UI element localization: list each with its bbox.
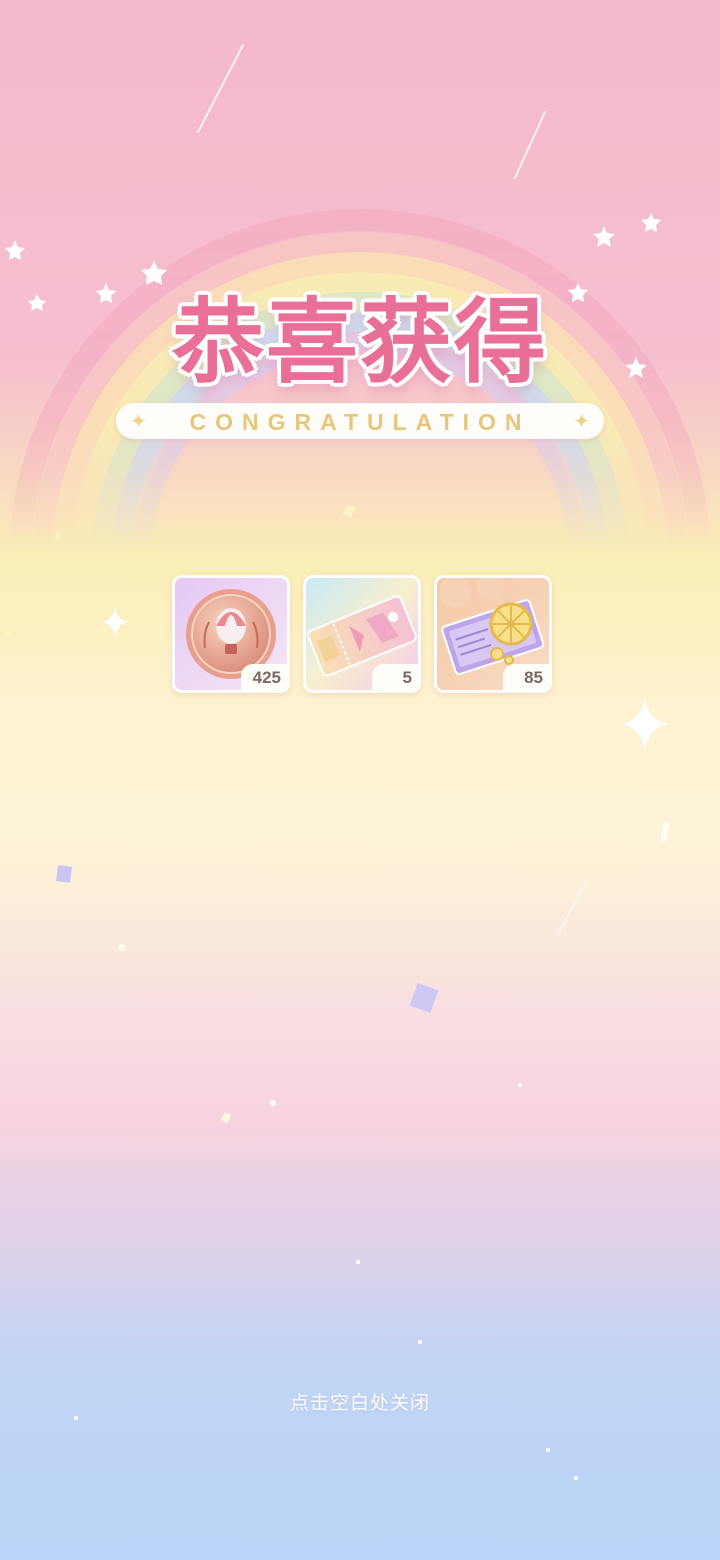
congratulation-title: 恭喜获得 (171, 289, 548, 396)
reward-count: 85 (503, 664, 549, 690)
reward-count: 5 (372, 664, 418, 690)
reward-count: 425 (241, 664, 287, 690)
reward-list: 425 5 85 (172, 575, 552, 693)
reward-item-ticket[interactable]: 5 (303, 575, 421, 693)
reward-item-medal[interactable]: 425 (172, 575, 290, 693)
sparkle-icon: ✦ (573, 409, 590, 433)
title-area: 恭喜获得 (0, 268, 720, 401)
congratulation-banner: ✦ CONGRATULATION ✦ (116, 403, 604, 439)
shooting-star-icons (197, 44, 587, 937)
tap-to-close-hint[interactable]: 点击空白处关闭 (0, 1388, 720, 1415)
congratulation-subtitle: CONGRATULATION (189, 409, 531, 435)
reward-item-wheel-ticket[interactable]: 85 (434, 575, 552, 693)
background-decoration (5, 44, 711, 1480)
